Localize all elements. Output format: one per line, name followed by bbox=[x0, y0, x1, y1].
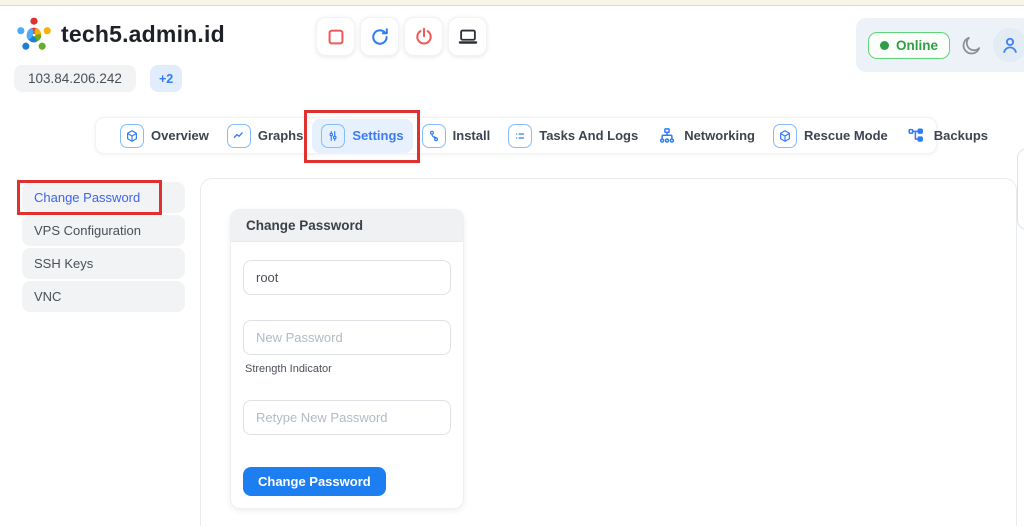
status-label: Online bbox=[896, 37, 939, 53]
vps-admin-page: tech5.admin.id Online 103.84.206.242 +2 … bbox=[0, 0, 1024, 526]
rescue-mode-icon bbox=[772, 123, 797, 148]
install-icon bbox=[421, 123, 446, 148]
user-icon bbox=[999, 34, 1021, 56]
tab-rescue-mode[interactable]: Rescue Mode bbox=[764, 119, 897, 153]
username-field[interactable] bbox=[243, 260, 451, 295]
tab-label: Overview bbox=[151, 128, 209, 143]
community-logo-icon bbox=[13, 14, 55, 56]
tab-label: Install bbox=[452, 128, 491, 143]
overview-icon bbox=[120, 123, 144, 148]
sidebar-item-label: SSH Keys bbox=[34, 256, 94, 271]
vm-action-buttons bbox=[316, 17, 487, 56]
power-icon bbox=[413, 26, 435, 48]
sidebar-item-vnc[interactable]: VNC bbox=[22, 281, 185, 312]
top-decorative-strip bbox=[0, 0, 1024, 6]
new-password-field[interactable] bbox=[243, 320, 451, 355]
sidebar-item-label: Change Password bbox=[34, 190, 141, 205]
tab-backups[interactable]: Backups bbox=[897, 120, 997, 151]
change-password-button[interactable]: Change Password bbox=[243, 467, 386, 496]
stop-icon bbox=[325, 26, 347, 48]
tab-label: Networking bbox=[684, 128, 755, 143]
settings-sidebar: Change Password VPS Configuration SSH Ke… bbox=[17, 180, 185, 312]
stop-button[interactable] bbox=[316, 17, 355, 56]
moon-icon bbox=[960, 34, 983, 57]
refresh-icon bbox=[369, 26, 391, 48]
user-menu-button[interactable] bbox=[993, 28, 1024, 62]
backups-icon bbox=[906, 125, 927, 146]
right-edge-partial-panel bbox=[1017, 148, 1024, 230]
monitor-icon bbox=[457, 26, 479, 48]
strength-indicator-label: Strength Indicator bbox=[245, 363, 332, 375]
status-badge: Online bbox=[868, 31, 951, 59]
power-button[interactable] bbox=[404, 17, 443, 56]
tab-install[interactable]: Install bbox=[413, 119, 500, 153]
networking-icon bbox=[656, 125, 677, 146]
tab-label: Rescue Mode bbox=[803, 128, 888, 143]
tab-graphs[interactable]: Graphs bbox=[218, 119, 313, 153]
sidebar-item-ssh-keys[interactable]: SSH Keys bbox=[22, 248, 185, 279]
tab-settings[interactable]: Settings bbox=[304, 109, 420, 163]
more-ips-badge[interactable]: +2 bbox=[150, 65, 183, 92]
online-dot-icon bbox=[880, 40, 889, 50]
tasks-icon bbox=[508, 123, 533, 148]
retype-password-field[interactable] bbox=[243, 400, 451, 435]
sidebar-item-change-password[interactable]: Change Password bbox=[17, 180, 185, 215]
settings-content-panel: Change Password Strength Indicator Chang… bbox=[200, 178, 1017, 526]
sidebar-item-label: VPS Configuration bbox=[34, 223, 141, 238]
ip-address-badge: 103.84.206.242 bbox=[14, 65, 136, 92]
user-status-chip: Online bbox=[856, 18, 1024, 72]
change-password-card: Change Password Strength Indicator Chang… bbox=[230, 209, 464, 509]
sidebar-item-label: VNC bbox=[34, 289, 62, 304]
page-title: tech5.admin.id bbox=[61, 21, 225, 47]
tab-label: Tasks And Logs bbox=[539, 128, 639, 143]
console-button[interactable] bbox=[448, 17, 487, 56]
tab-overview[interactable]: Overview bbox=[111, 119, 218, 153]
theme-toggle[interactable] bbox=[960, 34, 983, 57]
restart-button[interactable] bbox=[360, 17, 399, 56]
card-title: Change Password bbox=[231, 210, 463, 242]
tab-label: Settings bbox=[352, 128, 404, 143]
sidebar-item-vps-configuration[interactable]: VPS Configuration bbox=[22, 215, 185, 246]
main-nav-tabs: Overview Graphs Settings Install Tasks A… bbox=[95, 109, 988, 163]
tab-label: Backups bbox=[933, 128, 988, 143]
graphs-icon bbox=[226, 123, 251, 148]
tab-tasks-and-logs[interactable]: Tasks And Logs bbox=[499, 119, 647, 153]
tab-label: Graphs bbox=[257, 128, 304, 143]
tab-networking[interactable]: Networking bbox=[647, 120, 764, 151]
settings-icon bbox=[321, 123, 346, 148]
